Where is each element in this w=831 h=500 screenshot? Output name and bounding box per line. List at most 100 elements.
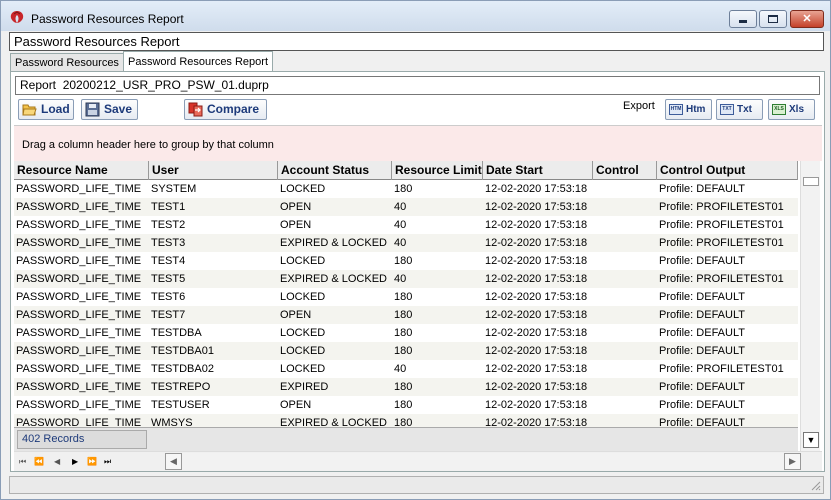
resource-name-cell: PASSWORD_LIFE_TIME <box>16 219 142 231</box>
column-header-account-status[interactable]: Account Status <box>278 161 392 180</box>
tab-password-resources-report[interactable]: Password Resources Report <box>123 51 274 72</box>
column-header-resource-name[interactable]: Resource Name <box>14 161 149 180</box>
horizontal-scrollbar[interactable] <box>182 453 784 470</box>
control-cell: !High <box>593 306 595 324</box>
load-button[interactable]: Load <box>18 99 74 120</box>
resource-limit-cell: 180 <box>394 291 413 303</box>
table-row[interactable]: PASSWORD_LIFE_TIME TEST3 EXPIRED & LOCKED 4… <box>14 234 798 252</box>
column-header-resource-limit[interactable]: Resource Limit <box>392 161 483 180</box>
export-label: Export <box>623 100 655 112</box>
previous-record-icon[interactable]: ◀ <box>54 455 60 469</box>
resize-grip-icon[interactable] <box>809 479 821 491</box>
close-button[interactable]: ✕ <box>790 10 824 28</box>
compare-button[interactable]: Compare <box>184 99 267 120</box>
table-row[interactable]: PASSWORD_LIFE_TIME WMSYS EXPIRED & LOCKED 1… <box>14 414 798 427</box>
resource-limit-cell: 180 <box>394 399 413 411</box>
control-cell: iLow <box>593 324 595 342</box>
scroll-right-button[interactable]: ▶ <box>784 453 801 470</box>
account-status-cell: EXPIRED <box>280 381 329 393</box>
resource-name-cell: PASSWORD_LIFE_TIME <box>16 255 142 267</box>
app-logo-icon <box>10 11 24 23</box>
control-output-cell: Profile: PROFILETEST01 <box>659 237 784 249</box>
account-status-cell: LOCKED <box>280 291 326 303</box>
compare-label: Compare <box>207 102 260 116</box>
user-cell: TEST1 <box>151 201 186 213</box>
scroll-left-button[interactable]: ◀ <box>165 453 182 470</box>
maximize-button[interactable] <box>759 10 787 28</box>
account-status-cell: OPEN <box>280 309 312 321</box>
table-row[interactable]: PASSWORD_LIFE_TIME TEST7 OPEN 180 12-02-2020… <box>14 306 798 324</box>
group-by-area[interactable]: Drag a column header here to group by th… <box>14 125 822 161</box>
control-output-cell: Profile: DEFAULT <box>659 417 745 427</box>
data-grid: Resource Name User Account Status Resour… <box>14 161 798 427</box>
load-label: Load <box>41 102 70 116</box>
user-cell: TESTDBA01 <box>151 345 214 357</box>
date-start-cell: 12-02-2020 17:53:18 <box>485 291 588 303</box>
title-bar[interactable]: Password Resources Report ✕ <box>1 1 830 31</box>
control-cell: Generic <box>593 216 595 234</box>
resource-limit-cell: 180 <box>394 327 413 339</box>
user-cell: TEST2 <box>151 219 186 231</box>
table-row[interactable]: PASSWORD_LIFE_TIME TEST2 OPEN 40 12-02-2020 … <box>14 216 798 234</box>
date-start-cell: 12-02-2020 17:53:18 <box>485 237 588 249</box>
resource-name-cell: PASSWORD_LIFE_TIME <box>16 201 142 213</box>
resource-limit-cell: 40 <box>394 273 407 285</box>
control-output-cell: Profile: DEFAULT <box>659 309 745 321</box>
first-record-icon[interactable]: ⏮ <box>19 455 26 469</box>
htm-file-icon: HTM <box>669 104 683 115</box>
table-row[interactable]: PASSWORD_LIFE_TIME TEST4 LOCKED 180 12-02-20… <box>14 252 798 270</box>
table-row[interactable]: PASSWORD_LIFE_TIME SYSTEM LOCKED 180 12-02-2… <box>14 180 798 198</box>
last-record-icon[interactable]: ⏭ <box>104 455 111 469</box>
export-txt-label: Txt <box>737 104 752 115</box>
app-window: Password Resources Report ✕ Password Res… <box>0 0 831 500</box>
next-record-icon[interactable]: ▶ <box>72 455 78 469</box>
user-cell: TESTDBA <box>151 327 202 339</box>
group-by-hint: Drag a column header here to group by th… <box>22 139 274 151</box>
user-cell: TESTREPO <box>151 381 211 393</box>
vertical-scrollbar[interactable]: ▼ <box>800 161 820 451</box>
user-cell: TESTDBA02 <box>151 363 214 375</box>
control-cell: Generic <box>593 270 595 288</box>
user-cell: TEST6 <box>151 291 186 303</box>
table-row[interactable]: PASSWORD_LIFE_TIME TESTDBA01 LOCKED 180 12-0… <box>14 342 798 360</box>
table-row[interactable]: PASSWORD_LIFE_TIME TEST5 EXPIRED & LOCKED 4… <box>14 270 798 288</box>
export-txt-button[interactable]: TXT Txt <box>716 99 763 120</box>
report-file-name: 20200212_USR_PRO_PSW_01.duprp <box>62 78 269 92</box>
user-cell: TEST5 <box>151 273 186 285</box>
resource-limit-cell: 40 <box>394 363 407 375</box>
resource-name-cell: PASSWORD_LIFE_TIME <box>16 291 142 303</box>
tab-password-resources[interactable]: Password Resources <box>10 53 124 72</box>
resource-name-cell: PASSWORD_LIFE_TIME <box>16 381 142 393</box>
save-button[interactable]: Save <box>81 99 138 120</box>
column-header-control-output[interactable]: Control Output <box>657 161 798 180</box>
export-xls-button[interactable]: XLS Xls <box>768 99 815 120</box>
resource-limit-cell: 180 <box>394 417 413 427</box>
column-header-control[interactable]: Control <box>593 161 657 180</box>
resource-name-cell: PASSWORD_LIFE_TIME <box>16 417 142 427</box>
control-cell: iLow <box>593 414 595 427</box>
resource-limit-cell: 180 <box>394 309 413 321</box>
minimize-button[interactable] <box>729 10 757 28</box>
table-row[interactable]: PASSWORD_LIFE_TIME TESTDBA02 LOCKED 40 12-02… <box>14 360 798 378</box>
resource-limit-cell: 40 <box>394 219 407 231</box>
report-file-field[interactable]: Report 20200212_USR_PRO_PSW_01.duprp <box>15 76 820 95</box>
control-cell: iLow <box>593 342 595 360</box>
status-bar <box>9 476 824 494</box>
column-header-date-start[interactable]: Date Start <box>483 161 593 180</box>
xls-file-icon: XLS <box>772 104 786 115</box>
table-row[interactable]: PASSWORD_LIFE_TIME TESTDBA LOCKED 180 12-02-… <box>14 324 798 342</box>
table-row[interactable]: PASSWORD_LIFE_TIME TEST6 LOCKED 180 12-02-20… <box>14 288 798 306</box>
table-row[interactable]: PASSWORD_LIFE_TIME TEST1 OPEN 40 12-02-2020 … <box>14 198 798 216</box>
next-page-icon[interactable]: ⏩ <box>87 455 97 469</box>
previous-page-icon[interactable]: ⏪ <box>34 455 44 469</box>
navigation-bar: ⏮ ⏪ ◀ ▶ ⏩ ⏭ ◀ ▶ <box>14 451 822 471</box>
export-htm-button[interactable]: HTM Htm <box>665 99 712 120</box>
table-row[interactable]: PASSWORD_LIFE_TIME TESTUSER OPEN 180 12-02-2… <box>14 396 798 414</box>
table-row[interactable]: PASSWORD_LIFE_TIME TESTREPO EXPIRED 180 12-0… <box>14 378 798 396</box>
column-header-user[interactable]: User <box>149 161 278 180</box>
scroll-down-button[interactable]: ▼ <box>803 432 819 448</box>
user-cell: WMSYS <box>151 417 193 427</box>
user-cell: TEST7 <box>151 309 186 321</box>
vertical-scroll-thumb[interactable] <box>803 177 819 186</box>
control-output-cell: Profile: PROFILETEST01 <box>659 219 784 231</box>
